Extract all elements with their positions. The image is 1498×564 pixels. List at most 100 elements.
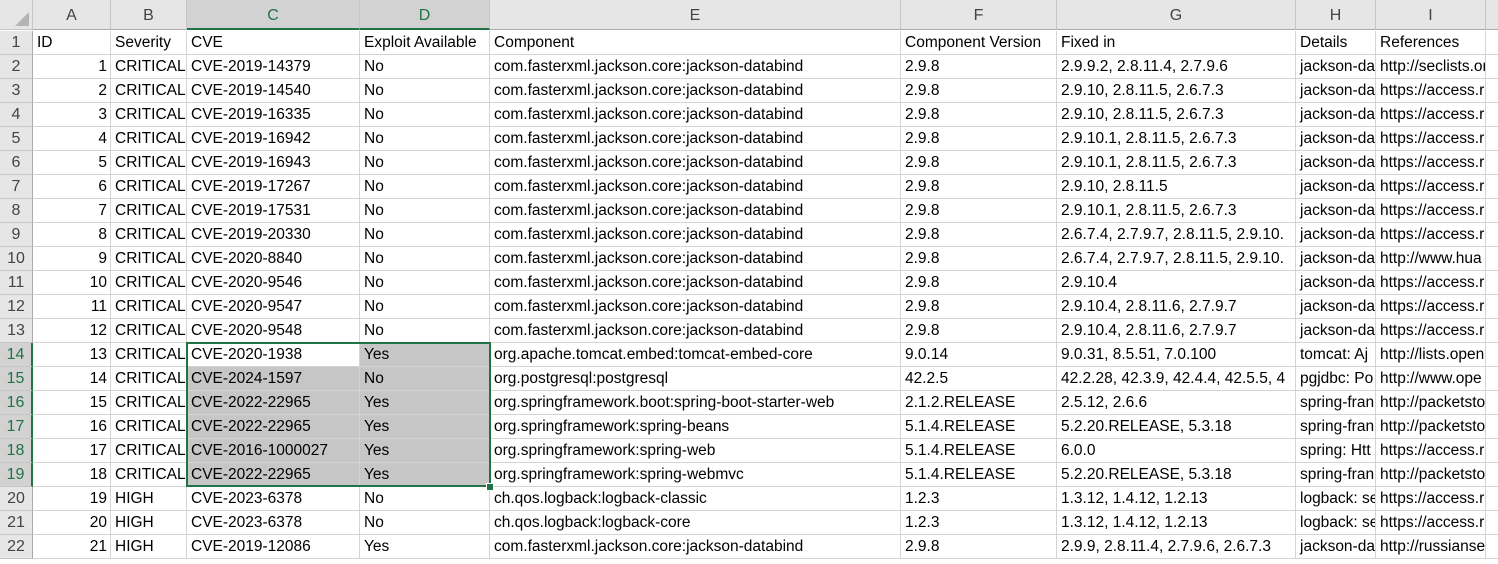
table-cell[interactable]: 2.9.10.4, 2.8.11.6, 2.7.9.7 xyxy=(1057,295,1296,319)
table-cell[interactable]: No xyxy=(360,175,490,199)
header-cell-j[interactable] xyxy=(1486,31,1498,55)
table-cell[interactable] xyxy=(1486,223,1498,247)
header-cell-c[interactable]: CVE xyxy=(187,31,360,55)
table-cell[interactable]: 13 xyxy=(33,343,111,367)
header-cell-a[interactable]: ID xyxy=(33,31,111,55)
table-cell[interactable]: 2.9.8 xyxy=(901,127,1057,151)
table-cell[interactable] xyxy=(1486,295,1498,319)
row-header-17[interactable]: 17 xyxy=(0,415,33,439)
table-cell[interactable]: 2.9.8 xyxy=(901,151,1057,175)
table-cell[interactable]: jackson-da xyxy=(1296,295,1376,319)
table-cell[interactable]: 2.9.8 xyxy=(901,79,1057,103)
table-cell[interactable]: jackson-da xyxy=(1296,247,1376,271)
table-cell[interactable]: CRITICAL xyxy=(111,391,187,415)
table-cell[interactable]: http://russianse xyxy=(1376,535,1486,559)
table-cell[interactable]: 2.9.10.4, 2.8.11.6, 2.7.9.7 xyxy=(1057,319,1296,343)
row-header-11[interactable]: 11 xyxy=(0,271,33,295)
table-cell[interactable]: 12 xyxy=(33,319,111,343)
table-cell[interactable]: 2.9.10.1, 2.8.11.5, 2.6.7.3 xyxy=(1057,199,1296,223)
table-cell[interactable]: 9.0.31, 8.5.51, 7.0.100 xyxy=(1057,343,1296,367)
row-header-2[interactable]: 2 xyxy=(0,55,33,79)
table-cell[interactable]: 2 xyxy=(33,79,111,103)
row-header-16[interactable]: 16 xyxy=(0,391,33,415)
table-cell[interactable]: 17 xyxy=(33,439,111,463)
table-cell[interactable]: 2.1.2.RELEASE xyxy=(901,391,1057,415)
table-cell[interactable]: jackson-da xyxy=(1296,271,1376,295)
table-cell[interactable]: 9 xyxy=(33,247,111,271)
column-header-b[interactable]: B xyxy=(111,0,187,30)
table-cell[interactable]: CVE-2022-22965 xyxy=(187,391,360,415)
header-cell-i[interactable]: References xyxy=(1376,31,1486,55)
table-cell[interactable]: CVE-2020-8840 xyxy=(187,247,360,271)
table-cell[interactable]: CRITICAL xyxy=(111,79,187,103)
table-cell[interactable]: 11 xyxy=(33,295,111,319)
table-cell[interactable]: CVE-2023-6378 xyxy=(187,487,360,511)
table-cell[interactable]: http://packetsto xyxy=(1376,463,1486,487)
header-cell-g[interactable]: Fixed in xyxy=(1057,31,1296,55)
table-cell[interactable]: com.fasterxml.jackson.core:jackson-datab… xyxy=(490,223,901,247)
table-cell[interactable]: 2.9.8 xyxy=(901,271,1057,295)
table-cell[interactable]: Yes xyxy=(360,415,490,439)
header-cell-e[interactable]: Component xyxy=(490,31,901,55)
table-cell[interactable]: org.springframework:spring-web xyxy=(490,439,901,463)
table-cell[interactable]: 2.9.8 xyxy=(901,295,1057,319)
table-cell[interactable]: 2.9.8 xyxy=(901,247,1057,271)
table-cell[interactable]: 6.0.0 xyxy=(1057,439,1296,463)
table-cell[interactable] xyxy=(1486,511,1498,535)
table-cell[interactable]: CVE-2019-14379 xyxy=(187,55,360,79)
table-cell[interactable]: 1 xyxy=(33,55,111,79)
table-cell[interactable]: No xyxy=(360,487,490,511)
row-header-20[interactable]: 20 xyxy=(0,487,33,511)
table-cell[interactable]: No xyxy=(360,319,490,343)
table-cell[interactable]: https://access.re xyxy=(1376,175,1486,199)
table-cell[interactable]: com.fasterxml.jackson.core:jackson-datab… xyxy=(490,151,901,175)
table-cell[interactable]: 5.1.4.RELEASE xyxy=(901,463,1057,487)
select-all-corner[interactable] xyxy=(0,0,33,30)
table-cell[interactable]: 2.9.8 xyxy=(901,175,1057,199)
table-cell[interactable] xyxy=(1486,103,1498,127)
table-cell[interactable]: jackson-da xyxy=(1296,127,1376,151)
table-cell[interactable]: spring-fran xyxy=(1296,415,1376,439)
table-cell[interactable]: CRITICAL xyxy=(111,463,187,487)
table-cell[interactable]: 4 xyxy=(33,127,111,151)
column-header-e[interactable]: E xyxy=(490,0,901,30)
table-cell[interactable]: logback: se xyxy=(1296,511,1376,535)
row-header-14[interactable]: 14 xyxy=(0,343,33,367)
table-cell[interactable]: com.fasterxml.jackson.core:jackson-datab… xyxy=(490,271,901,295)
table-cell[interactable]: 2.9.8 xyxy=(901,535,1057,559)
table-cell[interactable]: 42.2.28, 42.3.9, 42.4.4, 42.5.5, 4 xyxy=(1057,367,1296,391)
table-cell[interactable]: 14 xyxy=(33,367,111,391)
table-cell[interactable]: com.fasterxml.jackson.core:jackson-datab… xyxy=(490,103,901,127)
table-cell[interactable]: No xyxy=(360,127,490,151)
table-cell[interactable]: spring-fran xyxy=(1296,463,1376,487)
table-cell[interactable]: http://www.ope xyxy=(1376,367,1486,391)
row-header-10[interactable]: 10 xyxy=(0,247,33,271)
table-cell[interactable]: HIGH xyxy=(111,535,187,559)
table-cell[interactable]: No xyxy=(360,55,490,79)
table-cell[interactable]: 2.9.9.2, 2.8.11.4, 2.7.9.6 xyxy=(1057,55,1296,79)
table-cell[interactable]: https://access.re xyxy=(1376,295,1486,319)
row-header-3[interactable]: 3 xyxy=(0,79,33,103)
table-cell[interactable]: HIGH xyxy=(111,487,187,511)
table-cell[interactable]: CVE-2019-16942 xyxy=(187,127,360,151)
table-cell[interactable]: No xyxy=(360,511,490,535)
column-header-j[interactable]: J xyxy=(1486,0,1498,30)
table-cell[interactable]: No xyxy=(360,295,490,319)
table-cell[interactable]: ch.qos.logback:logback-core xyxy=(490,511,901,535)
table-cell[interactable]: 18 xyxy=(33,463,111,487)
row-header-5[interactable]: 5 xyxy=(0,127,33,151)
table-cell[interactable]: HIGH xyxy=(111,511,187,535)
table-cell[interactable]: CVE-2020-9546 xyxy=(187,271,360,295)
table-cell[interactable]: 2.9.8 xyxy=(901,199,1057,223)
table-cell[interactable]: No xyxy=(360,223,490,247)
row-header-8[interactable]: 8 xyxy=(0,199,33,223)
table-cell[interactable]: com.fasterxml.jackson.core:jackson-datab… xyxy=(490,175,901,199)
table-cell[interactable]: CRITICAL xyxy=(111,319,187,343)
table-cell[interactable]: 1.3.12, 1.4.12, 1.2.13 xyxy=(1057,511,1296,535)
table-cell[interactable]: CVE-2022-22965 xyxy=(187,415,360,439)
row-header-9[interactable]: 9 xyxy=(0,223,33,247)
table-cell[interactable]: 1.2.3 xyxy=(901,487,1057,511)
table-cell[interactable]: https://access.re xyxy=(1376,151,1486,175)
table-cell[interactable]: Yes xyxy=(360,463,490,487)
table-cell[interactable] xyxy=(1486,319,1498,343)
